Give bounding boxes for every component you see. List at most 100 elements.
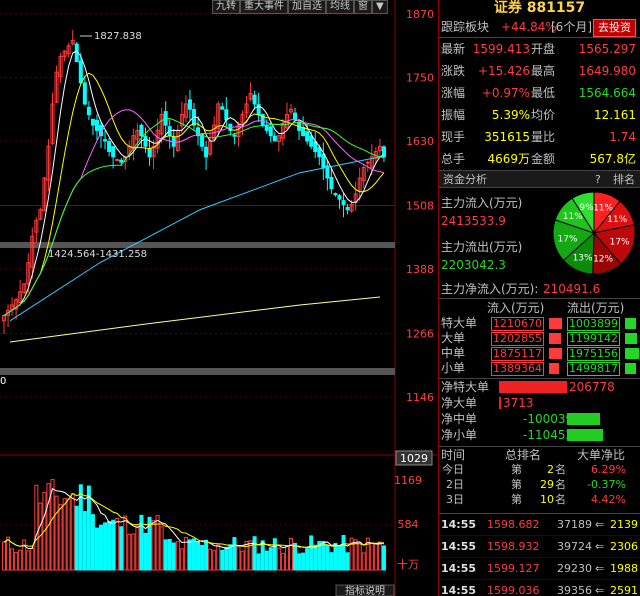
toolbar-major-events-button[interactable]: 重大事件 bbox=[240, 0, 288, 14]
indicator-help-tab[interactable]: 指标说明 bbox=[345, 584, 385, 596]
candle-body bbox=[321, 153, 326, 168]
help-icon[interactable]: ? bbox=[595, 171, 601, 189]
left-edge-label: 0 bbox=[0, 376, 6, 387]
rank-number: 29 bbox=[540, 478, 554, 491]
tick-row: 14:55 1599.036 39356 ⇐ 2591 bbox=[439, 580, 640, 596]
quote-value: 1565.297 bbox=[578, 42, 636, 56]
candle-body bbox=[119, 159, 124, 163]
volume-bar bbox=[196, 541, 201, 571]
volume-bar bbox=[256, 553, 261, 571]
tick-volume: 29230 bbox=[557, 562, 592, 575]
outflow-label: 主力流出(万元) bbox=[441, 240, 523, 254]
price-axis-label: 1630 bbox=[406, 135, 434, 148]
net-bar bbox=[499, 397, 501, 409]
flow-out-bar bbox=[625, 348, 639, 359]
net-value: 3713 bbox=[503, 396, 534, 410]
kline-chart-area[interactable]: 1870 1750 1630 1508 1388 1266 1146 1029 0 1827.83… bbox=[0, 0, 438, 596]
price-axis-label: 1750 bbox=[406, 71, 434, 84]
volume-bar bbox=[123, 515, 128, 571]
volume-bar bbox=[353, 539, 358, 571]
volume-bar bbox=[22, 539, 27, 571]
net-row: 净中单 -100039 bbox=[439, 411, 640, 427]
volume-bar bbox=[2, 541, 6, 571]
pie-label: 12% bbox=[593, 254, 613, 264]
fund-pie-chart: 11%11%17%12%13%17%11%9% bbox=[552, 191, 636, 275]
candle-body bbox=[139, 124, 144, 137]
quote-label: 最低 bbox=[531, 86, 556, 100]
rank-suffix: 名 bbox=[555, 463, 566, 476]
volume-bar bbox=[313, 544, 318, 571]
inflow-value: 2413533.9 bbox=[441, 214, 506, 228]
pie-label: 17% bbox=[610, 238, 630, 248]
range-band bbox=[0, 368, 395, 375]
volume-bar bbox=[260, 540, 265, 571]
candle-body bbox=[82, 82, 87, 105]
volume-bar bbox=[232, 537, 237, 571]
quote-label: 现手 bbox=[441, 130, 466, 144]
tick-count: 2306 bbox=[610, 540, 638, 553]
flow-in-bar bbox=[549, 348, 562, 359]
flow-table-header: 流入(万元) 流出(万元) bbox=[439, 298, 640, 316]
volume-bar bbox=[200, 544, 205, 571]
flow-row: 大单 1202855 1199142 bbox=[439, 331, 640, 346]
toolbar-ma-button[interactable]: 均线 bbox=[326, 0, 354, 14]
rank-period: 2日 bbox=[446, 478, 464, 491]
pie-label: 17% bbox=[557, 234, 577, 244]
tick-time: 14:55 bbox=[441, 540, 477, 553]
pie-label: 11% bbox=[593, 204, 613, 214]
volume-unit-label: 十万 bbox=[397, 557, 419, 571]
candle-body bbox=[107, 141, 112, 153]
volume-bar bbox=[204, 539, 209, 571]
volume-bar bbox=[216, 544, 221, 571]
volume-bar bbox=[341, 535, 346, 571]
flow-in-value: 1875117 bbox=[491, 347, 544, 361]
fund-flow-summary: 主力流入(万元) 2413533.9 主力流出(万元) 2203042.3 11… bbox=[439, 188, 640, 280]
rank-row: 2日 第 29 名 -0.37% bbox=[439, 477, 640, 492]
quote-value: 567.8亿 bbox=[589, 152, 636, 166]
quote-label: 最高 bbox=[531, 64, 556, 78]
flow-row-name: 大单 bbox=[441, 331, 466, 345]
toolbar-jiuzhuan-button[interactable]: 九转 bbox=[212, 0, 240, 14]
tick-price: 1599.127 bbox=[487, 562, 540, 575]
candle-body bbox=[220, 106, 225, 110]
candle-body bbox=[305, 131, 310, 142]
flow-in-bar bbox=[549, 333, 561, 344]
toolbar-dropdown-icon[interactable]: ▼ bbox=[372, 0, 388, 14]
tick-arrow-icon: ⇐ bbox=[595, 518, 605, 531]
quote-value: 1599.413 bbox=[472, 42, 530, 56]
toolbar-window-button[interactable]: 窗 bbox=[354, 0, 372, 14]
fund-analysis-title: 资金分析 bbox=[443, 173, 487, 186]
volume-bar bbox=[111, 519, 116, 571]
rank-button[interactable]: 排名 bbox=[613, 171, 635, 189]
rank-table: 今日第 2 名 6.29% 2日第 29 名 -0.37% 3日第 10 名 4.42% bbox=[439, 462, 640, 507]
candle-body bbox=[200, 134, 205, 147]
rank-ratio: 4.42% bbox=[591, 493, 626, 506]
volume-bar bbox=[373, 543, 378, 571]
pie-label: 11% bbox=[563, 212, 583, 222]
tick-row: 14:55 1599.127 29230 ⇐ 1988 bbox=[439, 558, 640, 580]
tick-arrow-icon: ⇐ bbox=[595, 562, 605, 575]
volume-bar bbox=[329, 552, 334, 571]
quote-value: 1564.664 bbox=[578, 86, 636, 100]
flow-out-value: 1499817 bbox=[567, 362, 620, 376]
net-value: -100039 bbox=[523, 412, 574, 426]
volume-bar bbox=[94, 527, 99, 571]
invest-button[interactable]: 去投资 bbox=[593, 19, 636, 37]
net-row: 净特大单 206778 bbox=[439, 379, 640, 395]
quote-value: 12.161 bbox=[594, 108, 636, 122]
volume-bar bbox=[276, 547, 281, 571]
candle-body bbox=[268, 126, 273, 137]
tick-count: 2139 bbox=[610, 518, 638, 531]
panel-title: 证券 881157 bbox=[493, 0, 586, 16]
candle-body bbox=[252, 94, 257, 105]
toolbar-add-watchlist-button[interactable]: 加自选 bbox=[288, 0, 326, 14]
net-bar bbox=[567, 413, 600, 425]
volume-bar bbox=[381, 545, 386, 571]
kline-chart[interactable]: 1870 1750 1630 1508 1388 1266 1146 1029 0 1827.83… bbox=[0, 0, 438, 596]
volume-bar bbox=[58, 504, 63, 571]
range-band bbox=[0, 242, 395, 248]
current-price-label: 1029 bbox=[400, 452, 428, 465]
candle-body bbox=[313, 141, 318, 153]
volume-bar bbox=[377, 541, 382, 571]
rank-time-header: 时间 bbox=[441, 448, 466, 462]
